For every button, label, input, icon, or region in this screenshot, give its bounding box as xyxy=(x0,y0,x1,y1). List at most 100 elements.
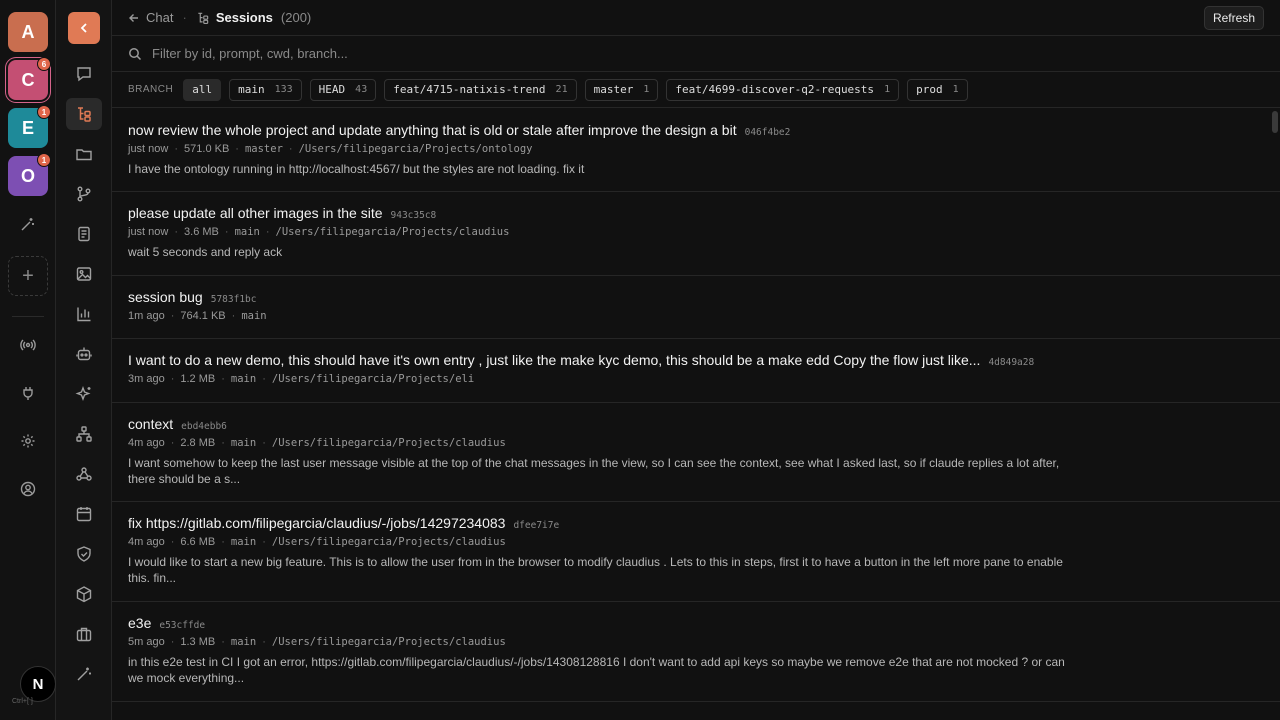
gear-icon[interactable] xyxy=(16,429,40,453)
session-branch: main xyxy=(230,373,257,385)
session-row[interactable]: e3e e53cffde 5m ago · 1.3 MB · main ·/Users/fi… xyxy=(112,602,1280,702)
image-icon[interactable] xyxy=(66,258,102,290)
session-cwd: /Users/filipegarcia/Projects/eli xyxy=(271,373,475,385)
user-avatar[interactable]: N xyxy=(20,666,56,702)
session-title: now review the whole project and update … xyxy=(128,122,737,138)
branch-chip-natixis-trend[interactable]: feat/4715-natixis-trend 21 xyxy=(384,78,577,101)
session-row[interactable]: now review the whole project and update … xyxy=(112,109,1280,192)
workspace-e[interactable]: E1 xyxy=(8,105,51,148)
search-icon xyxy=(128,47,142,61)
session-id: 4d849a28 xyxy=(988,357,1035,368)
branch-chip-all[interactable]: all xyxy=(183,78,222,101)
chip-count: 1 xyxy=(952,84,959,95)
shield-check-icon[interactable] xyxy=(66,538,102,570)
workspace-c[interactable]: C6 xyxy=(8,57,51,100)
folder-icon[interactable] xyxy=(66,138,102,170)
tool-sidebar xyxy=(56,0,112,720)
package-icon[interactable] xyxy=(66,578,102,610)
chip-label: all xyxy=(192,83,213,96)
scrollbar-thumb[interactable] xyxy=(1272,111,1278,133)
network-icon[interactable] xyxy=(66,418,102,450)
divider xyxy=(12,316,44,317)
sparkles-icon[interactable] xyxy=(66,378,102,410)
add-workspace-button[interactable]: + xyxy=(8,256,48,296)
session-size: 6.6 MB xyxy=(180,536,216,548)
session-size: 1.2 MB xyxy=(180,373,216,385)
git-branch-icon[interactable] xyxy=(66,178,102,210)
session-branch: main xyxy=(230,536,257,548)
sessions-tree-icon[interactable] xyxy=(66,98,102,130)
session-row[interactable]: context ebd4ebb6 4m ago · 2.8 MB · main ·/User… xyxy=(112,403,1280,502)
workspace-letter: C xyxy=(21,69,35,90)
session-id: 046f4be2 xyxy=(744,127,791,138)
branch-chip-discover-q2[interactable]: feat/4699-discover-q2-requests 1 xyxy=(666,78,900,101)
page-title: Sessions xyxy=(215,10,273,25)
plug-icon[interactable] xyxy=(16,381,40,405)
chip-label: prod xyxy=(916,83,943,96)
session-time: just now xyxy=(128,143,169,155)
workspace-o[interactable]: O1 xyxy=(8,153,51,196)
session-cwd: /Users/filipegarcia/Projects/claudius xyxy=(275,226,510,238)
webhook-icon[interactable] xyxy=(66,458,102,490)
filter-bar xyxy=(112,36,1280,72)
session-row[interactable]: please update all other images in the si… xyxy=(112,192,1280,276)
session-time: 4m ago xyxy=(128,536,165,548)
session-branch: main xyxy=(234,226,260,238)
session-cwd: /Users/filipegarcia/Projects/claudius xyxy=(271,437,506,449)
collapse-sidebar-button[interactable] xyxy=(68,12,100,44)
branch-chip-master[interactable]: master 1 xyxy=(584,78,659,101)
chip-count: 43 xyxy=(355,84,368,95)
avatar-letter: N xyxy=(32,675,44,693)
workspace-a[interactable]: A xyxy=(8,12,48,52)
session-prompt: I have the ontology running in http://lo… xyxy=(128,162,585,176)
session-id: ebd4ebb6 xyxy=(181,421,227,432)
back-to-chat-link[interactable]: Chat xyxy=(128,10,173,25)
session-size: 571.0 KB xyxy=(184,143,230,155)
session-time: 1m ago xyxy=(128,310,165,322)
refresh-button[interactable]: Refresh xyxy=(1203,5,1264,30)
magic-wand-icon[interactable] xyxy=(16,212,40,236)
branch-chip-prod[interactable]: prod 1 xyxy=(907,78,968,101)
session-title: fix https://gitlab.com/filipegarcia/clau… xyxy=(128,515,506,531)
session-id: 943c35c8 xyxy=(390,210,437,221)
session-branch: main xyxy=(241,310,267,322)
header-bar: Chat · Sessions (200) Refresh xyxy=(112,0,1280,36)
robot-icon[interactable] xyxy=(66,338,102,370)
magic-wand-icon[interactable] xyxy=(66,658,102,690)
branch-chip-head[interactable]: HEAD 43 xyxy=(309,78,377,101)
briefcase-icon[interactable] xyxy=(66,618,102,650)
chat-icon[interactable] xyxy=(66,58,102,90)
workspace-rail: A C6 E1 O1 + N Ctrl+[ ] xyxy=(0,0,56,720)
session-size: 2.8 MB xyxy=(180,437,216,449)
session-size: 3.6 MB xyxy=(184,226,219,238)
session-row[interactable]: I want to do a new demo, this should hav… xyxy=(112,339,1280,403)
session-prompt: I would like to start a new big feature.… xyxy=(128,555,1063,585)
breadcrumb-separator: · xyxy=(182,10,187,25)
session-prompt: wait 5 seconds and reply ack xyxy=(128,245,283,259)
branch-chip-main[interactable]: main 133 xyxy=(229,78,302,101)
session-title: context xyxy=(128,416,174,432)
session-row[interactable]: session bug 5783f1bc 1m ago · 764.1 KB · main xyxy=(112,276,1280,339)
bar-chart-icon[interactable] xyxy=(66,298,102,330)
chip-label: master xyxy=(593,83,634,96)
workspace-letter: A xyxy=(21,21,35,42)
notification-badge: 1 xyxy=(37,153,51,167)
session-title: e3e xyxy=(128,615,152,631)
session-count: (200) xyxy=(280,10,312,25)
session-list[interactable]: now review the whole project and update … xyxy=(112,109,1280,720)
main-panel: Chat · Sessions (200) Refresh BRANCH all… xyxy=(112,0,1280,720)
workspace-letter: O xyxy=(20,165,35,186)
workspace-letter: E xyxy=(21,117,34,138)
session-time: 3m ago xyxy=(128,373,165,385)
calendar-icon[interactable] xyxy=(66,498,102,530)
keyboard-shortcut-hint: Ctrl+[ ] xyxy=(12,698,33,705)
sessions-tree-icon xyxy=(196,11,210,25)
user-circle-icon[interactable] xyxy=(16,477,40,501)
broadcast-icon[interactable] xyxy=(16,333,40,357)
document-icon[interactable] xyxy=(66,218,102,250)
session-id: e53cffde xyxy=(159,620,206,631)
filter-input[interactable] xyxy=(152,46,1052,61)
session-row[interactable]: fix https://gitlab.com/filipegarcia/clau… xyxy=(112,502,1280,602)
session-cwd: /Users/filipegarcia/Projects/ontology xyxy=(298,143,533,155)
branch-filter-bar: BRANCH all main 133 HEAD 43 feat/4715-nati… xyxy=(112,72,1280,108)
